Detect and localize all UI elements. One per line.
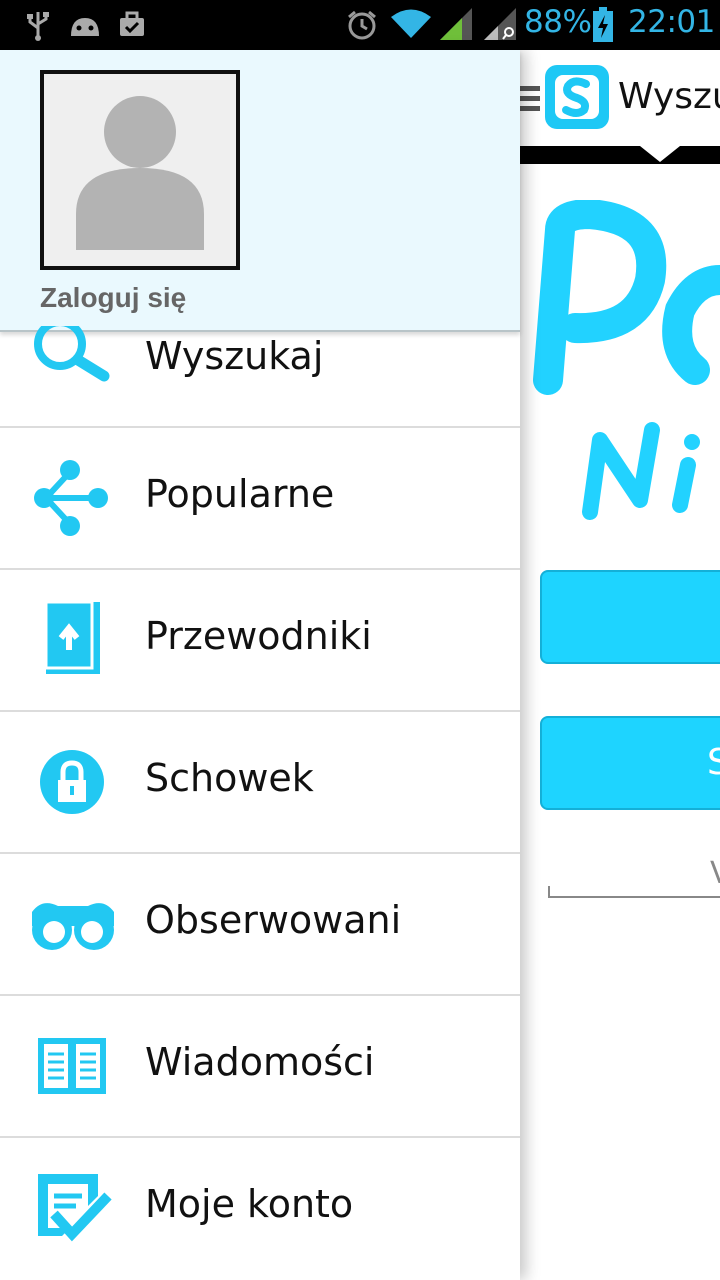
input-text: V: [710, 856, 720, 891]
menu-item-account[interactable]: Moje konto: [0, 1138, 520, 1280]
app-bar-underline: [520, 146, 720, 164]
wifi-icon: [391, 9, 431, 38]
menu-item-popular[interactable]: Popularne: [0, 428, 520, 570]
status-bar: 88% 22:01: [0, 0, 720, 50]
login-link[interactable]: Zaloguj się: [40, 282, 186, 314]
menu-item-following[interactable]: Obserwowani: [0, 854, 520, 996]
menu-item-search[interactable]: Wyszukaj: [0, 326, 520, 428]
navigation-drawer: Zaloguj się Wyszukaj Popularne Przewodni…: [0, 50, 520, 1280]
clock: 22:01: [628, 4, 715, 40]
avatar[interactable]: [40, 70, 240, 270]
secondary-button[interactable]: S: [540, 716, 720, 810]
app-action-bar: Wyszuk: [520, 50, 720, 146]
battery-percent: 88%: [524, 4, 592, 40]
menu-item-label: Popularne: [145, 472, 335, 516]
app-content: Wyszuk S V: [520, 50, 720, 1280]
signal-icon: [440, 8, 472, 40]
book-icon: [44, 600, 100, 674]
android-icon: [71, 18, 99, 36]
menu-item-label: Obserwowani: [145, 898, 402, 942]
newspaper-icon: [38, 1038, 106, 1094]
app-title: Wyszuk: [618, 76, 720, 117]
menu-item-label: Moje konto: [145, 1182, 354, 1226]
app-logo-large: [533, 200, 720, 520]
search-icon: [34, 326, 110, 382]
lock-icon: [40, 750, 104, 814]
text-input[interactable]: [548, 886, 720, 898]
alarm-icon: [348, 10, 376, 40]
menu-item-label: Przewodniki: [145, 614, 372, 658]
menu-item-news[interactable]: Wiadomości: [0, 996, 520, 1138]
share-icon: [34, 460, 108, 536]
secondary-button-label: S: [707, 742, 720, 783]
battery-icon: [593, 7, 613, 42]
signal-search-icon: [484, 8, 516, 40]
briefcase-icon: [120, 11, 144, 36]
usb-icon: [27, 12, 49, 41]
glasses-icon: [32, 903, 114, 950]
menu-item-guides[interactable]: Przewodniki: [0, 570, 520, 712]
app-logo-icon[interactable]: [544, 64, 610, 130]
menu-item-clipboard[interactable]: Schowek: [0, 712, 520, 854]
edit-check-icon: [38, 1174, 112, 1242]
menu-item-label: Wiadomości: [145, 1040, 375, 1084]
user-placeholder-icon: [76, 96, 204, 250]
primary-button[interactable]: [540, 570, 720, 664]
menu-hamburger-icon[interactable]: [520, 86, 540, 112]
menu-item-label: Wyszukaj: [145, 334, 324, 378]
profile-header[interactable]: Zaloguj się: [0, 50, 520, 332]
menu-item-label: Schowek: [145, 756, 314, 800]
